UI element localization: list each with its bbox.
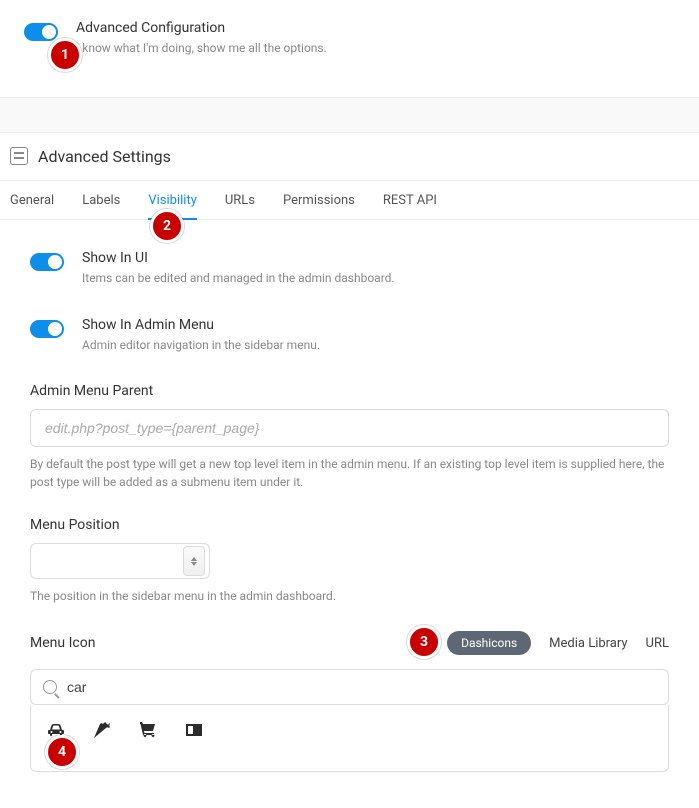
search-icon <box>43 680 57 694</box>
show-in-ui-label: Show In UI <box>82 250 395 266</box>
section-title: Advanced Settings <box>38 147 171 166</box>
admin-menu-parent-label: Admin Menu Parent <box>30 383 669 399</box>
annotation-badge-1: 1 <box>48 38 82 72</box>
show-in-ui-desc: Items can be edited and managed in the a… <box>82 270 395 287</box>
menu-position-help: The position in the sidebar menu in the … <box>30 587 669 605</box>
tabs: General Labels Visibility URLs Permissio… <box>0 181 699 220</box>
section-header: Advanced Settings <box>0 133 699 181</box>
icon-source-dashicons[interactable]: Dashicons <box>447 631 531 655</box>
tab-labels[interactable]: Labels <box>82 193 120 220</box>
menu-position-select[interactable] <box>30 543 210 579</box>
cart-icon[interactable] <box>137 719 159 741</box>
dashicon-results: 4 <box>30 705 669 772</box>
show-in-admin-menu-desc: Admin editor navigation in the sidebar m… <box>82 337 320 354</box>
tab-restapi[interactable]: REST API <box>383 193 437 220</box>
tab-general[interactable]: General <box>10 193 54 220</box>
settings-list-icon <box>10 147 28 165</box>
show-in-admin-menu-toggle[interactable] <box>30 320 64 338</box>
icon-source-media-library[interactable]: Media Library <box>549 636 627 651</box>
id-card-icon[interactable] <box>183 719 205 741</box>
annotation-badge-2: 2 <box>150 209 184 243</box>
advanced-config-toggle[interactable] <box>24 23 58 41</box>
menu-icon-label: Menu Icon <box>30 635 95 651</box>
advanced-config-label: Advanced Configuration <box>76 20 327 36</box>
show-in-admin-menu-label: Show In Admin Menu <box>82 317 320 333</box>
menu-position-label: Menu Position <box>30 517 669 533</box>
dashicon-search-input[interactable] <box>65 678 656 696</box>
annotation-badge-3: 3 <box>407 625 441 659</box>
number-stepper[interactable] <box>183 546 205 576</box>
annotation-badge-4: 4 <box>45 735 79 769</box>
admin-menu-parent-help: By default the post type will get a new … <box>30 455 669 491</box>
icon-source-url[interactable]: URL <box>646 636 669 651</box>
chevron-up-icon <box>191 557 197 561</box>
panel-spacer <box>0 97 699 133</box>
chevron-down-icon <box>191 562 197 566</box>
advanced-config-desc: I know what I'm doing, show me all the o… <box>76 40 327 57</box>
tab-urls[interactable]: URLs <box>225 193 255 220</box>
tab-permissions[interactable]: Permissions <box>283 193 355 220</box>
carrot-icon[interactable] <box>91 719 113 741</box>
show-in-ui-toggle[interactable] <box>30 253 64 271</box>
admin-menu-parent-input[interactable] <box>30 409 669 447</box>
